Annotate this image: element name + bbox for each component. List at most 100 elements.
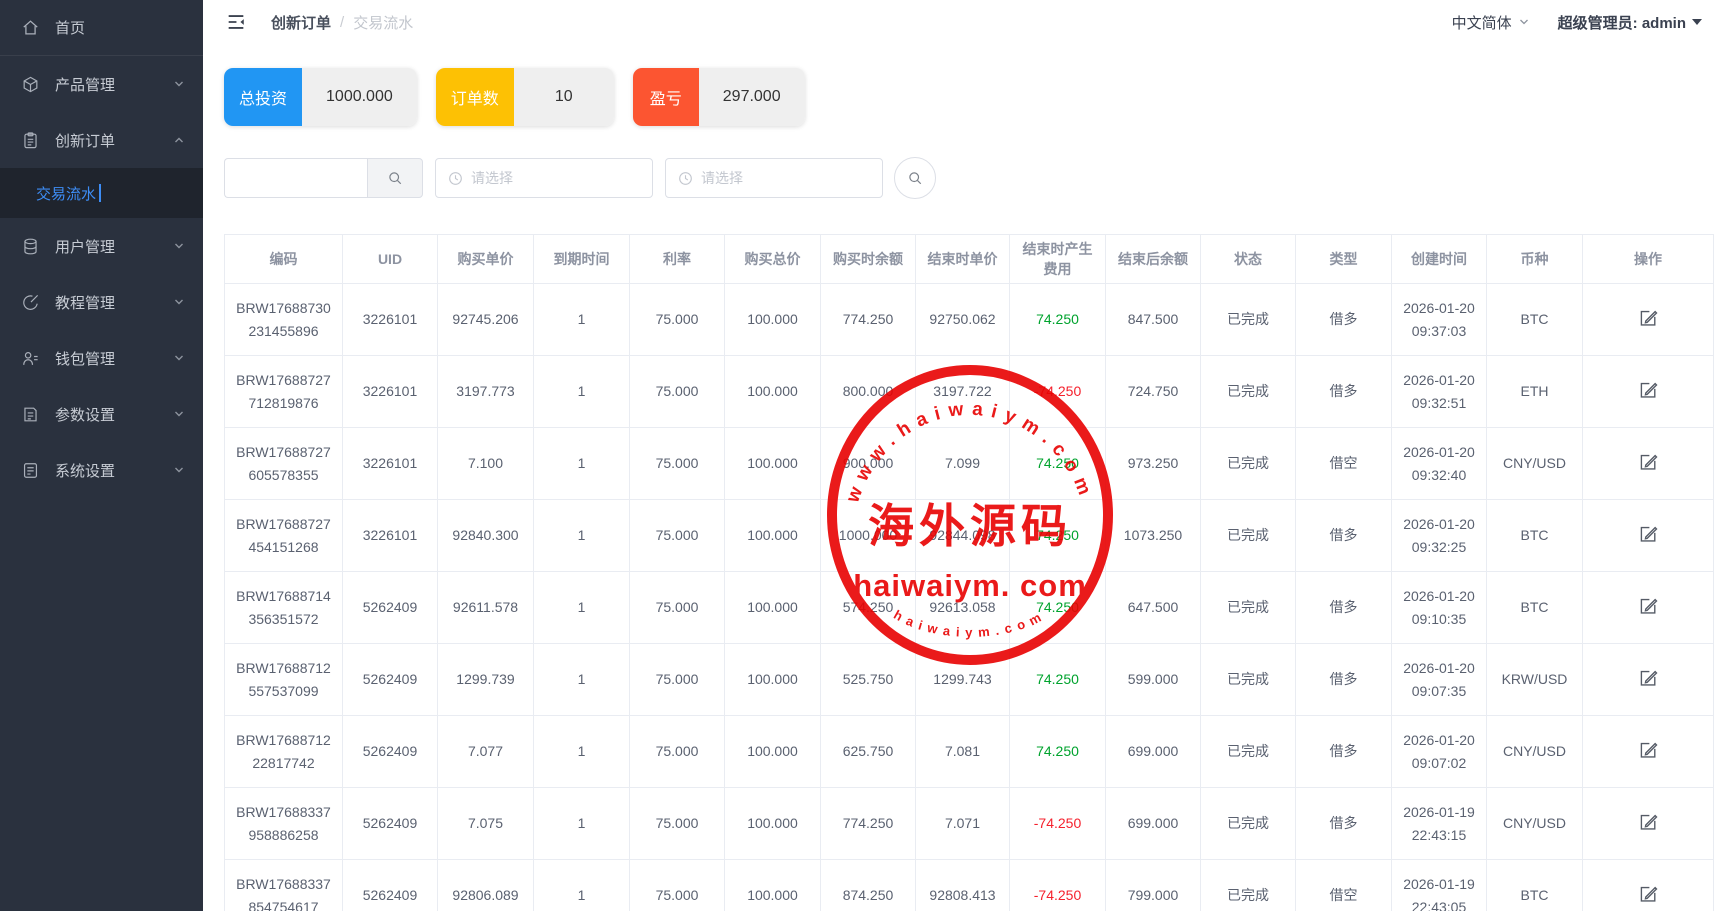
- cell: 75.000: [656, 815, 699, 831]
- edit-button[interactable]: [1634, 592, 1662, 620]
- column-header-5: 购买总价: [725, 235, 821, 284]
- cell: 已完成: [1227, 743, 1269, 759]
- cell: 3197.722: [933, 383, 991, 399]
- cell: 92840.300: [452, 527, 518, 543]
- breadcrumb-separator: /: [340, 14, 344, 31]
- edit-button[interactable]: [1634, 664, 1662, 692]
- cell: 5262409: [363, 743, 418, 759]
- date-to-input[interactable]: 请选择: [665, 158, 883, 198]
- collapse-sidebar-icon[interactable]: [225, 11, 247, 33]
- sidebar-item-3[interactable]: 用户管理: [0, 218, 203, 274]
- table-row: BRW1768872760557835532261017.100175.0001…: [225, 428, 1714, 500]
- cell: 7.077: [468, 743, 503, 759]
- edit-button[interactable]: [1634, 808, 1662, 836]
- cell: 已完成: [1227, 887, 1269, 903]
- edit-button[interactable]: [1634, 520, 1662, 548]
- edit-button[interactable]: [1634, 736, 1662, 764]
- cell: 100.000: [747, 455, 798, 471]
- cell: 75.000: [656, 887, 699, 903]
- sidebar-item-0[interactable]: 首页: [0, 0, 203, 56]
- cell: 625.750: [843, 743, 894, 759]
- cell: 847.500: [1128, 311, 1179, 327]
- topbar-right: 中文简体 超级管理员: admin: [1452, 12, 1702, 33]
- cell: 1: [578, 887, 586, 903]
- cell: BRW17688714356351572: [236, 585, 332, 630]
- column-header-12: 创建时间: [1392, 235, 1487, 284]
- cell: 699.000: [1128, 743, 1179, 759]
- table-row: BRW17688337854754617526240992806.089175.…: [225, 860, 1714, 911]
- cell: 已完成: [1227, 311, 1269, 327]
- cell: 7.071: [945, 815, 980, 831]
- edit-button[interactable]: [1634, 448, 1662, 476]
- column-header-4: 利率: [630, 235, 725, 284]
- column-header-10: 状态: [1201, 235, 1296, 284]
- keyword-input[interactable]: [224, 158, 367, 198]
- cell: 借多: [1330, 527, 1358, 543]
- cell: 100.000: [747, 599, 798, 615]
- cell: -74.250: [1034, 887, 1081, 903]
- cell: 1: [578, 815, 586, 831]
- cell: 699.000: [1128, 815, 1179, 831]
- search-button[interactable]: [894, 157, 936, 199]
- orders-table: 编码UID购买单价到期时间利率购买总价购买时余额结束时单价结束时产生费用结束后余…: [224, 234, 1714, 911]
- sidebar-item-1[interactable]: 产品管理: [0, 56, 203, 112]
- sidebar-item-6[interactable]: 参数设置: [0, 386, 203, 442]
- cell: 800.000: [843, 383, 894, 399]
- cell: ETH: [1521, 383, 1549, 399]
- cell: 3226101: [363, 311, 418, 327]
- cell: 100.000: [747, 815, 798, 831]
- chevron-down-icon: [173, 352, 185, 364]
- column-header-8: 结束时产生费用: [1010, 235, 1106, 284]
- sidebar-item-2[interactable]: 创新订单: [0, 112, 203, 168]
- cell: 724.750: [1128, 383, 1179, 399]
- cell: 900.000: [843, 455, 894, 471]
- cell: 100.000: [747, 743, 798, 759]
- sidebar-item-label: 用户管理: [55, 236, 115, 257]
- cell: 92808.413: [929, 887, 995, 903]
- sidebar-item-label: 产品管理: [55, 74, 115, 95]
- chevron-up-icon: [173, 134, 185, 146]
- cell: 92611.578: [453, 599, 518, 615]
- edit-button[interactable]: [1634, 304, 1662, 332]
- language-label: 中文简体: [1452, 12, 1512, 33]
- content: 总投资1000.000订单数10盈亏297.000 请选择 请选择: [203, 44, 1724, 911]
- cell: 2026-01-19 22:43:15: [1403, 804, 1475, 842]
- edit-button[interactable]: [1634, 880, 1662, 908]
- sidebar-item-5[interactable]: 钱包管理: [0, 330, 203, 386]
- chevron-down-icon: [173, 464, 185, 476]
- cell: 2026-01-20 09:10:35: [1403, 588, 1475, 626]
- clipboard-icon: [21, 131, 40, 150]
- cell: 599.000: [1128, 671, 1179, 687]
- cell: 借多: [1330, 311, 1358, 327]
- cell: 1: [578, 671, 586, 687]
- sidebar-item-4[interactable]: 教程管理: [0, 274, 203, 330]
- keyword-search-button[interactable]: [367, 158, 423, 198]
- cell: BTC: [1521, 527, 1549, 543]
- column-header-9: 结束后余额: [1106, 235, 1201, 284]
- table-row: BRW17688727454151268322610192840.300175.…: [225, 500, 1714, 572]
- sidebar-subitem-2-0[interactable]: 交易流水: [0, 168, 203, 218]
- app-root: 首页产品管理创新订单交易流水用户管理教程管理钱包管理参数设置系统设置 创新订单 …: [0, 0, 1724, 911]
- cell: 已完成: [1227, 527, 1269, 543]
- cell: 874.250: [843, 887, 894, 903]
- cell: 借多: [1330, 743, 1358, 759]
- cell: 1: [578, 311, 586, 327]
- wallet-user-icon: [21, 349, 40, 368]
- stat-card-label: 总投资: [224, 68, 302, 126]
- breadcrumb: 创新订单 / 交易流水: [271, 12, 413, 33]
- edit-button[interactable]: [1634, 376, 1662, 404]
- cell: 74.250: [1036, 311, 1079, 327]
- cell: 2026-01-20 09:32:51: [1403, 372, 1475, 410]
- cell: 75.000: [656, 743, 699, 759]
- date-from-input[interactable]: 请选择: [435, 158, 653, 198]
- cell: 7.075: [468, 815, 503, 831]
- cell: 借空: [1330, 887, 1358, 903]
- chevron-down-icon: [173, 240, 185, 252]
- table-row: BRW176887122281774252624097.077175.00010…: [225, 716, 1714, 788]
- topbar: 创新订单 / 交易流水 中文简体 超级管理员: admin: [203, 0, 1724, 44]
- column-header-0: 编码: [225, 235, 343, 284]
- breadcrumb-parent[interactable]: 创新订单: [271, 12, 331, 33]
- sidebar-item-7[interactable]: 系统设置: [0, 442, 203, 498]
- user-menu[interactable]: 超级管理员: admin: [1558, 12, 1702, 33]
- language-selector[interactable]: 中文简体: [1452, 12, 1530, 33]
